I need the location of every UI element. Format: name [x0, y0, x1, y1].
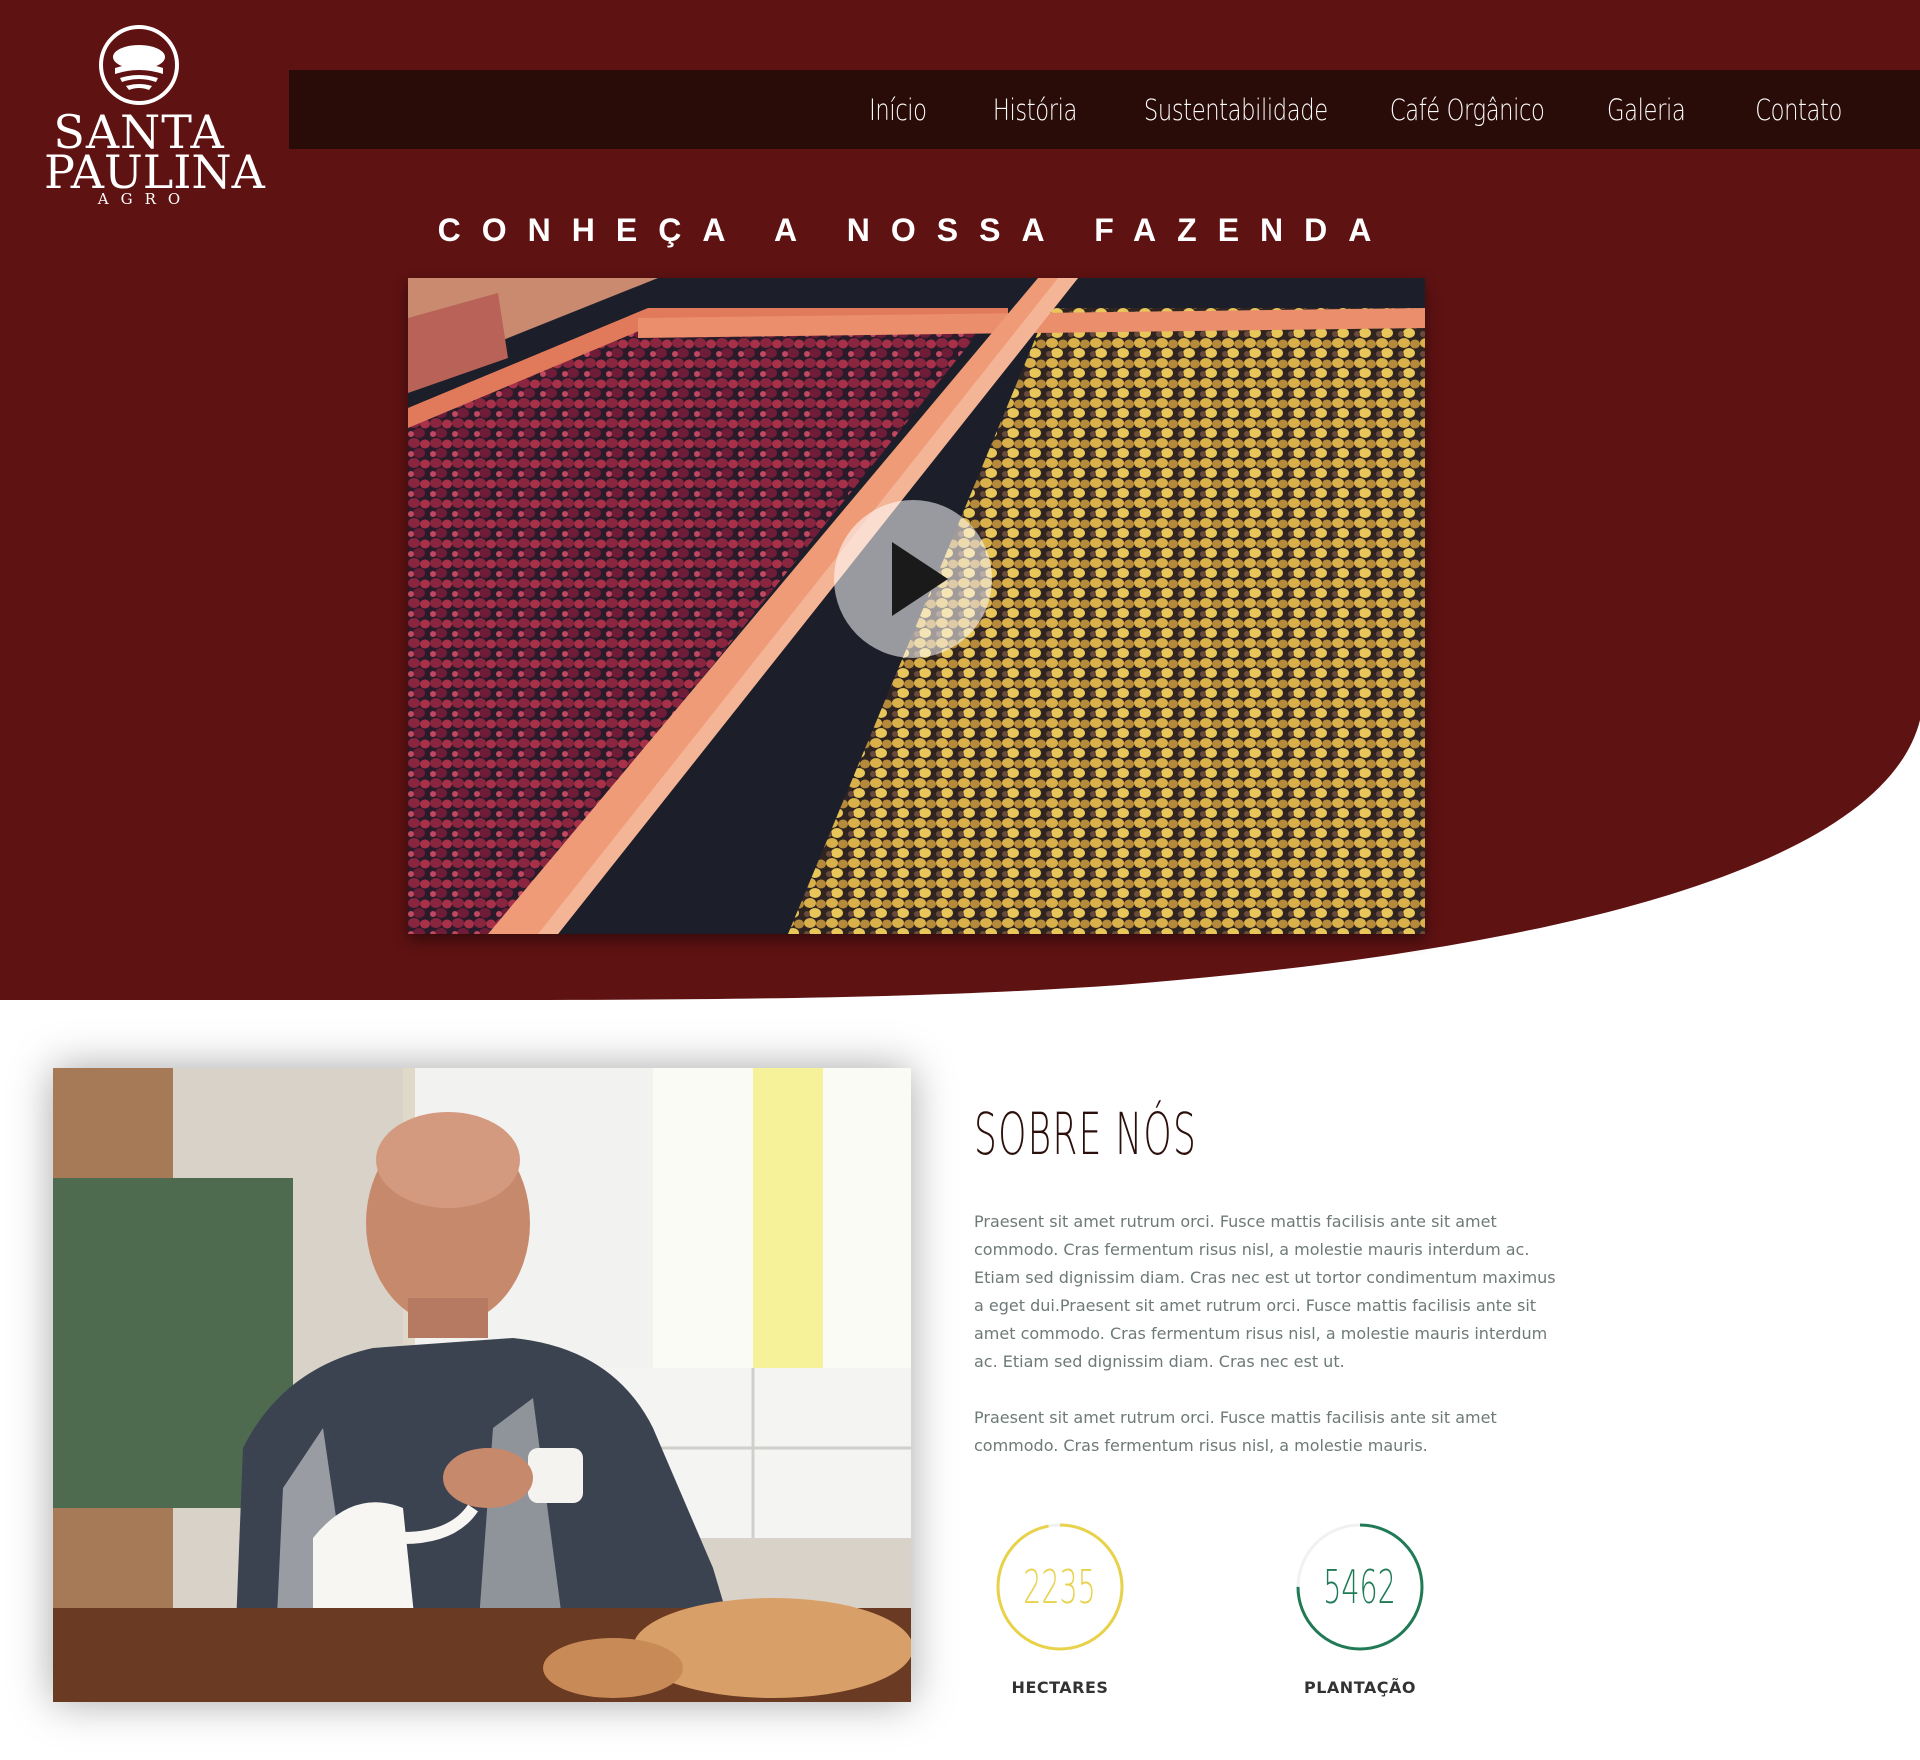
play-button[interactable] [834, 500, 992, 658]
stat-plantacao: 5462 PLANTAÇÃO [1260, 1520, 1460, 1697]
about-text: Praesent sit amet rutrum orci. Fusce mat… [974, 1208, 1564, 1488]
farm-video[interactable] [408, 278, 1425, 934]
hero-title: CONHEÇA A NOSSA FAZENDA [437, 212, 1393, 248]
about-title: SOBRE NÓS [974, 1100, 1198, 1168]
stat-plantacao-value-wrap: 5462 [1260, 1520, 1460, 1654]
hero-section: SANTA PAULINA AGRO Início História Suste… [0, 0, 1920, 1000]
nav-item-contato[interactable]: Contato [1755, 93, 1842, 127]
stat-plantacao-label: PLANTAÇÃO [1304, 1678, 1416, 1697]
stat-hectares-value: 2235 [1023, 1560, 1097, 1614]
main-navbar: Início História Sustentabilidade Café Or… [289, 70, 1920, 149]
about-paragraph: Praesent sit amet rutrum orci. Fusce mat… [974, 1212, 1556, 1371]
nav-item-historia[interactable]: História [993, 93, 1078, 127]
nav-item-sustentabilidade[interactable]: Sustentabilidade [1144, 93, 1328, 127]
coffee-field-emblem-icon [99, 25, 179, 105]
brand-name-line2: PAULINA [44, 145, 265, 199]
stat-hectares-value-wrap: 2235 [960, 1520, 1160, 1654]
play-icon [892, 542, 948, 616]
stat-hectares-label: HECTARES [1011, 1678, 1109, 1697]
brand-logo[interactable]: SANTA PAULINA AGRO [44, 24, 265, 207]
about-paragraph: Praesent sit amet rutrum orci. Fusce mat… [974, 1408, 1497, 1455]
nav-item-cafe-organico[interactable]: Café Orgânico [1390, 93, 1545, 127]
main-nav: Início História Sustentabilidade Café Or… [861, 70, 1854, 149]
stat-plantacao-value: 5462 [1323, 1560, 1397, 1614]
nav-item-inicio[interactable]: Início [869, 93, 927, 127]
farmer-photo [53, 1068, 911, 1702]
stat-hectares: 2235 HECTARES [960, 1520, 1160, 1697]
farmer-image [53, 1068, 911, 1702]
nav-item-galeria[interactable]: Galeria [1607, 93, 1686, 127]
